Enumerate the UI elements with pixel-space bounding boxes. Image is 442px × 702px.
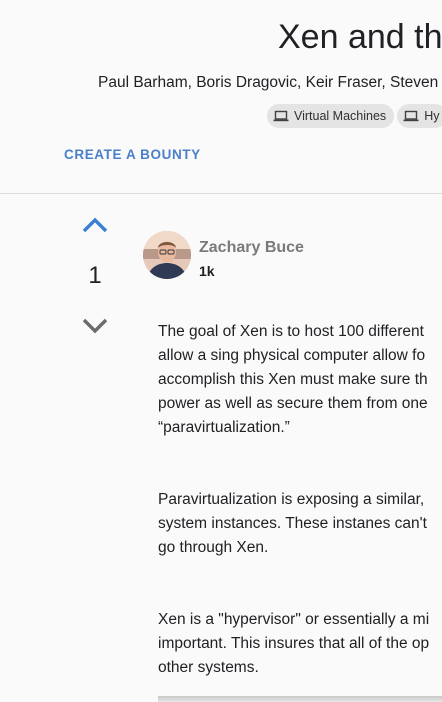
text-line: Xen is a "hypervisor" or essentially a m… bbox=[158, 611, 430, 628]
post-paragraph: The goal of Xen is to host 100 different… bbox=[158, 320, 428, 440]
user-photo-icon bbox=[143, 231, 191, 279]
paper-authors: Paul Barham, Boris Dragovic, Keir Fraser… bbox=[98, 74, 439, 91]
text-line: power as well as secure them from one bbox=[158, 395, 428, 412]
text-line: “paravirtualization.” bbox=[158, 419, 290, 436]
divider bbox=[0, 193, 442, 194]
paper-header: Xen and th Paul Barham, Boris Dragovic, … bbox=[0, 0, 442, 193]
post-body: The goal of Xen is to host 100 different… bbox=[158, 320, 442, 702]
text-line: The goal of Xen is to host 100 different bbox=[158, 323, 424, 340]
laptop-icon bbox=[403, 110, 419, 122]
post-paragraph: Xen is a "hypervisor" or essentially a m… bbox=[158, 608, 429, 680]
vote-count: 1 bbox=[88, 262, 102, 289]
text-line: go through Xen. bbox=[158, 539, 269, 556]
create-bounty-button[interactable]: CREATE A BOUNTY bbox=[64, 147, 201, 162]
laptop-icon bbox=[273, 110, 289, 122]
text-line: system instances. These instanes can't bbox=[158, 515, 427, 532]
tag-label: Virtual Machines bbox=[294, 109, 387, 123]
avatar[interactable] bbox=[143, 231, 191, 279]
tag-label: Hy bbox=[424, 109, 440, 123]
downvote-button[interactable] bbox=[80, 314, 110, 338]
author-name[interactable]: Zachary Buce bbox=[199, 239, 304, 257]
page-title: Xen and th bbox=[278, 18, 442, 56]
author-reputation: 1k bbox=[199, 263, 215, 279]
text-line: Paravirtualization is exposing a similar… bbox=[158, 491, 425, 508]
chevron-down-icon bbox=[82, 318, 108, 334]
tag-list: Virtual Machines Hy bbox=[267, 104, 442, 128]
text-line: other systems. bbox=[158, 659, 259, 676]
post-paragraph: Paravirtualization is exposing a similar… bbox=[158, 488, 427, 560]
text-line: accomplish this Xen must make sure th bbox=[158, 371, 428, 388]
text-line: important. This insures that all of the … bbox=[158, 635, 430, 652]
text-line: allow a sing physical computer allow fo bbox=[158, 347, 426, 364]
chevron-up-icon bbox=[82, 217, 108, 233]
upvote-button[interactable] bbox=[80, 213, 110, 237]
next-card-edge bbox=[158, 696, 442, 702]
tag-virtual-machines[interactable]: Virtual Machines bbox=[267, 104, 395, 128]
tag-hypervisor[interactable]: Hy bbox=[397, 104, 442, 128]
